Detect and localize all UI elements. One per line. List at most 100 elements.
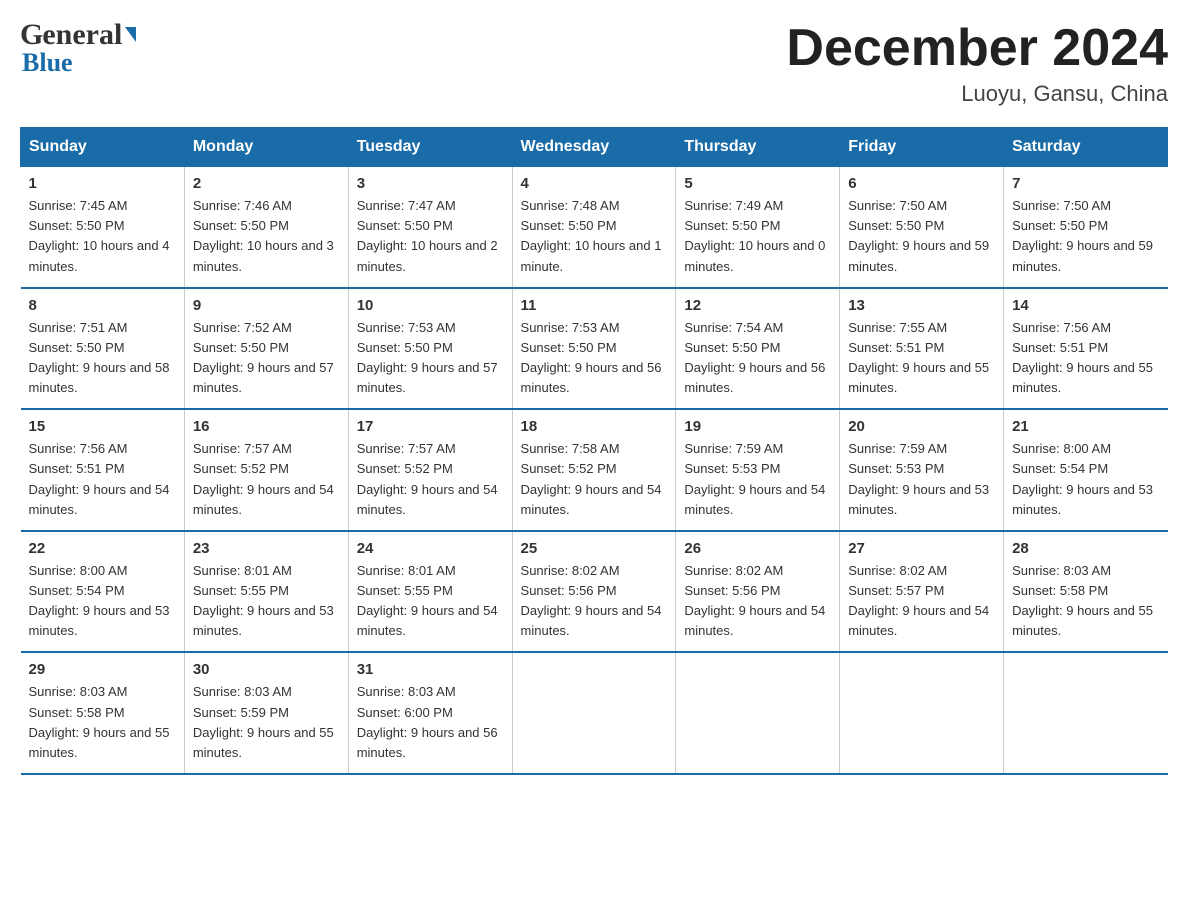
calendar-cell: 25Sunrise: 8:02 AMSunset: 5:56 PMDayligh… xyxy=(512,531,676,653)
day-number: 5 xyxy=(684,175,831,192)
day-info: Sunrise: 8:01 AMSunset: 5:55 PMDaylight:… xyxy=(357,561,504,642)
day-info: Sunrise: 7:57 AMSunset: 5:52 PMDaylight:… xyxy=(193,439,340,520)
calendar-cell: 14Sunrise: 7:56 AMSunset: 5:51 PMDayligh… xyxy=(1004,288,1168,410)
day-number: 1 xyxy=(29,175,176,192)
month-year-title: December 2024 xyxy=(786,20,1168,77)
calendar-cell: 15 Sunrise: 7:56 AMSunset: 5:51 PMDayligh… xyxy=(21,409,185,531)
day-info: Sunrise: 7:49 AMSunset: 5:50 PMDaylight:… xyxy=(684,196,831,277)
day-number: 28 xyxy=(1012,540,1159,557)
calendar-cell: 21 Sunrise: 8:00 AMSunset: 5:54 PMDayligh… xyxy=(1004,409,1168,531)
col-header-wednesday: Wednesday xyxy=(512,128,676,167)
page-header: G eneral Blue December 2024 Luoyu, Gansu… xyxy=(20,20,1168,107)
day-info: Sunrise: 8:03 AMSunset: 5:58 PMDaylight:… xyxy=(1012,561,1159,642)
calendar-cell: 28 Sunrise: 8:03 AMSunset: 5:58 PMDayligh… xyxy=(1004,531,1168,653)
day-number: 12 xyxy=(684,297,831,314)
day-number: 23 xyxy=(193,540,340,557)
day-info: Sunrise: 7:47 AMSunset: 5:50 PMDaylight:… xyxy=(357,196,504,277)
calendar-week-row: 22 Sunrise: 8:00 AMSunset: 5:54 PMDayligh… xyxy=(21,531,1168,653)
day-info: Sunrise: 8:00 AMSunset: 5:54 PMDaylight:… xyxy=(29,561,176,642)
calendar-week-row: 29 Sunrise: 8:03 AMSunset: 5:58 PMDayligh… xyxy=(21,652,1168,774)
calendar-header-row: SundayMondayTuesdayWednesdayThursdayFrid… xyxy=(21,128,1168,167)
calendar-cell: 12 Sunrise: 7:54 AMSunset: 5:50 PMDayligh… xyxy=(676,288,840,410)
day-info: Sunrise: 7:52 AMSunset: 5:50 PMDaylight:… xyxy=(193,318,340,399)
title-block: December 2024 Luoyu, Gansu, China xyxy=(786,20,1168,107)
day-number: 7 xyxy=(1012,175,1159,192)
logo-g: G xyxy=(20,20,42,50)
day-info: Sunrise: 8:01 AMSunset: 5:55 PMDaylight:… xyxy=(193,561,340,642)
day-number: 18 xyxy=(521,418,668,435)
day-number: 26 xyxy=(684,540,831,557)
logo: G eneral Blue xyxy=(20,20,136,76)
calendar-cell: 18 Sunrise: 7:58 AMSunset: 5:52 PMDayligh… xyxy=(512,409,676,531)
day-info: Sunrise: 7:50 AMSunset: 5:50 PMDaylight:… xyxy=(848,196,995,277)
day-number: 16 xyxy=(193,418,340,435)
day-info: Sunrise: 7:58 AMSunset: 5:52 PMDaylight:… xyxy=(521,439,668,520)
location-subtitle: Luoyu, Gansu, China xyxy=(786,81,1168,107)
day-number: 20 xyxy=(848,418,995,435)
day-info: Sunrise: 8:03 AMSunset: 5:58 PMDaylight:… xyxy=(29,682,176,763)
calendar-cell: 29 Sunrise: 8:03 AMSunset: 5:58 PMDayligh… xyxy=(21,652,185,774)
day-info: Sunrise: 8:03 AMSunset: 6:00 PMDaylight:… xyxy=(357,682,504,763)
calendar-cell: 22 Sunrise: 8:00 AMSunset: 5:54 PMDayligh… xyxy=(21,531,185,653)
day-info: Sunrise: 8:02 AMSunset: 5:57 PMDaylight:… xyxy=(848,561,995,642)
day-info: Sunrise: 8:00 AMSunset: 5:54 PMDaylight:… xyxy=(1012,439,1159,520)
calendar-cell: 3 Sunrise: 7:47 AMSunset: 5:50 PMDaylight… xyxy=(348,167,512,288)
day-info: Sunrise: 7:51 AMSunset: 5:50 PMDaylight:… xyxy=(29,318,176,399)
calendar-cell: 23 Sunrise: 8:01 AMSunset: 5:55 PMDayligh… xyxy=(184,531,348,653)
day-number: 15 xyxy=(29,418,176,435)
day-number: 17 xyxy=(357,418,504,435)
calendar-week-row: 8 Sunrise: 7:51 AMSunset: 5:50 PMDaylight… xyxy=(21,288,1168,410)
calendar-cell: 11Sunrise: 7:53 AMSunset: 5:50 PMDayligh… xyxy=(512,288,676,410)
day-info: Sunrise: 8:02 AMSunset: 5:56 PMDaylight:… xyxy=(684,561,831,642)
day-number: 9 xyxy=(193,297,340,314)
calendar-cell xyxy=(512,652,676,774)
calendar-cell: 7 Sunrise: 7:50 AMSunset: 5:50 PMDaylight… xyxy=(1004,167,1168,288)
logo-eneral: eneral xyxy=(42,20,122,50)
day-number: 22 xyxy=(29,540,176,557)
day-number: 6 xyxy=(848,175,995,192)
day-info: Sunrise: 7:59 AMSunset: 5:53 PMDaylight:… xyxy=(684,439,831,520)
col-header-tuesday: Tuesday xyxy=(348,128,512,167)
col-header-friday: Friday xyxy=(840,128,1004,167)
day-info: Sunrise: 7:53 AMSunset: 5:50 PMDaylight:… xyxy=(521,318,668,399)
day-info: Sunrise: 7:53 AMSunset: 5:50 PMDaylight:… xyxy=(357,318,504,399)
day-info: Sunrise: 7:50 AMSunset: 5:50 PMDaylight:… xyxy=(1012,196,1159,277)
day-number: 2 xyxy=(193,175,340,192)
day-info: Sunrise: 8:02 AMSunset: 5:56 PMDaylight:… xyxy=(521,561,668,642)
col-header-thursday: Thursday xyxy=(676,128,840,167)
calendar-cell: 20Sunrise: 7:59 AMSunset: 5:53 PMDayligh… xyxy=(840,409,1004,531)
day-number: 21 xyxy=(1012,418,1159,435)
calendar-cell: 6 Sunrise: 7:50 AMSunset: 5:50 PMDaylight… xyxy=(840,167,1004,288)
day-info: Sunrise: 7:45 AMSunset: 5:50 PMDaylight:… xyxy=(29,196,176,277)
day-info: Sunrise: 7:57 AMSunset: 5:52 PMDaylight:… xyxy=(357,439,504,520)
calendar-cell: 26 Sunrise: 8:02 AMSunset: 5:56 PMDayligh… xyxy=(676,531,840,653)
day-number: 24 xyxy=(357,540,504,557)
col-header-monday: Monday xyxy=(184,128,348,167)
day-info: Sunrise: 7:48 AMSunset: 5:50 PMDaylight:… xyxy=(521,196,668,277)
calendar-cell xyxy=(1004,652,1168,774)
calendar-cell: 5 Sunrise: 7:49 AMSunset: 5:50 PMDaylight… xyxy=(676,167,840,288)
calendar-cell: 24 Sunrise: 8:01 AMSunset: 5:55 PMDayligh… xyxy=(348,531,512,653)
calendar-cell: 2Sunrise: 7:46 AMSunset: 5:50 PMDaylight… xyxy=(184,167,348,288)
day-info: Sunrise: 7:56 AMSunset: 5:51 PMDaylight:… xyxy=(29,439,176,520)
day-number: 19 xyxy=(684,418,831,435)
calendar-week-row: 1 Sunrise: 7:45 AMSunset: 5:50 PMDaylight… xyxy=(21,167,1168,288)
day-number: 30 xyxy=(193,661,340,678)
calendar-cell: 4 Sunrise: 7:48 AMSunset: 5:50 PMDaylight… xyxy=(512,167,676,288)
day-number: 27 xyxy=(848,540,995,557)
calendar-cell: 31Sunrise: 8:03 AMSunset: 6:00 PMDayligh… xyxy=(348,652,512,774)
calendar-cell xyxy=(676,652,840,774)
day-number: 3 xyxy=(357,175,504,192)
calendar-cell: 27 Sunrise: 8:02 AMSunset: 5:57 PMDayligh… xyxy=(840,531,1004,653)
calendar-cell: 13Sunrise: 7:55 AMSunset: 5:51 PMDayligh… xyxy=(840,288,1004,410)
calendar-cell: 8 Sunrise: 7:51 AMSunset: 5:50 PMDaylight… xyxy=(21,288,185,410)
day-number: 8 xyxy=(29,297,176,314)
day-number: 29 xyxy=(29,661,176,678)
day-info: Sunrise: 8:03 AMSunset: 5:59 PMDaylight:… xyxy=(193,682,340,763)
day-info: Sunrise: 7:54 AMSunset: 5:50 PMDaylight:… xyxy=(684,318,831,399)
calendar-week-row: 15 Sunrise: 7:56 AMSunset: 5:51 PMDayligh… xyxy=(21,409,1168,531)
calendar-cell: 9 Sunrise: 7:52 AMSunset: 5:50 PMDaylight… xyxy=(184,288,348,410)
day-number: 4 xyxy=(521,175,668,192)
col-header-saturday: Saturday xyxy=(1004,128,1168,167)
calendar-cell: 1 Sunrise: 7:45 AMSunset: 5:50 PMDaylight… xyxy=(21,167,185,288)
